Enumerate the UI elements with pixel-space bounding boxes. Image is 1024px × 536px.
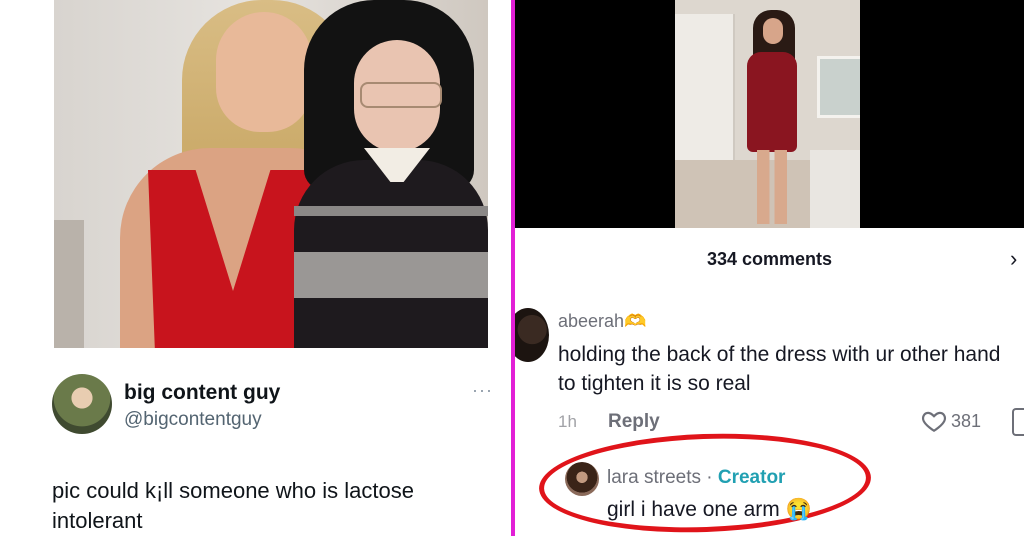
creator-badge: Creator — [717, 467, 786, 488]
comment-text: holding the back of the dress with ur ot… — [558, 343, 1001, 395]
reply-separator: · — [700, 467, 718, 488]
video-person-legs — [757, 150, 787, 224]
person-2-vest-stripe — [294, 252, 488, 298]
tweet-avatar[interactable] — [52, 374, 112, 434]
tweet-display-name[interactable]: big content guy — [124, 381, 280, 405]
more-options-icon[interactable]: ··· — [472, 380, 493, 401]
video-player[interactable] — [515, 0, 1024, 228]
tweet-photo[interactable] — [54, 0, 488, 348]
person-1-face — [216, 12, 312, 132]
video-person-dress — [747, 52, 797, 152]
comment-avatar[interactable] — [515, 308, 549, 362]
close-icon[interactable]: › — [1010, 246, 1017, 272]
tweet-panel: big content guy @bigcontentguy ··· pic c… — [0, 0, 511, 536]
tweet-handle[interactable]: @bigcontentguy — [124, 409, 262, 431]
reply-username[interactable]: lara streets — [607, 467, 701, 488]
video-window — [817, 56, 860, 118]
video-bed — [810, 150, 860, 228]
reply-text: girl i have one arm 😭 — [607, 498, 812, 521]
reply-avatar[interactable] — [565, 462, 599, 496]
comment-username[interactable]: abeerah🫶 — [558, 311, 646, 332]
reply-button[interactable]: Reply — [608, 411, 660, 433]
tiktok-panel: 334 comments › abeerah🫶 holding the back… — [515, 0, 1024, 536]
comment-timestamp: 1h — [558, 412, 577, 431]
video-person-face — [763, 18, 783, 44]
comments-count-header: 334 comments — [706, 249, 833, 269]
person-2-vest-stripe — [294, 206, 488, 216]
tweet-text: pic could k¡ll someone who is lactose in… — [52, 478, 414, 533]
like-count: 381 — [951, 411, 982, 431]
photo-door — [54, 220, 84, 348]
reply-username-line[interactable]: lara streets · Creator — [607, 467, 785, 489]
dislike-icon[interactable] — [1012, 408, 1024, 436]
person-2-glasses — [360, 82, 442, 108]
heart-icon[interactable] — [921, 408, 947, 434]
video-frame — [675, 0, 860, 228]
